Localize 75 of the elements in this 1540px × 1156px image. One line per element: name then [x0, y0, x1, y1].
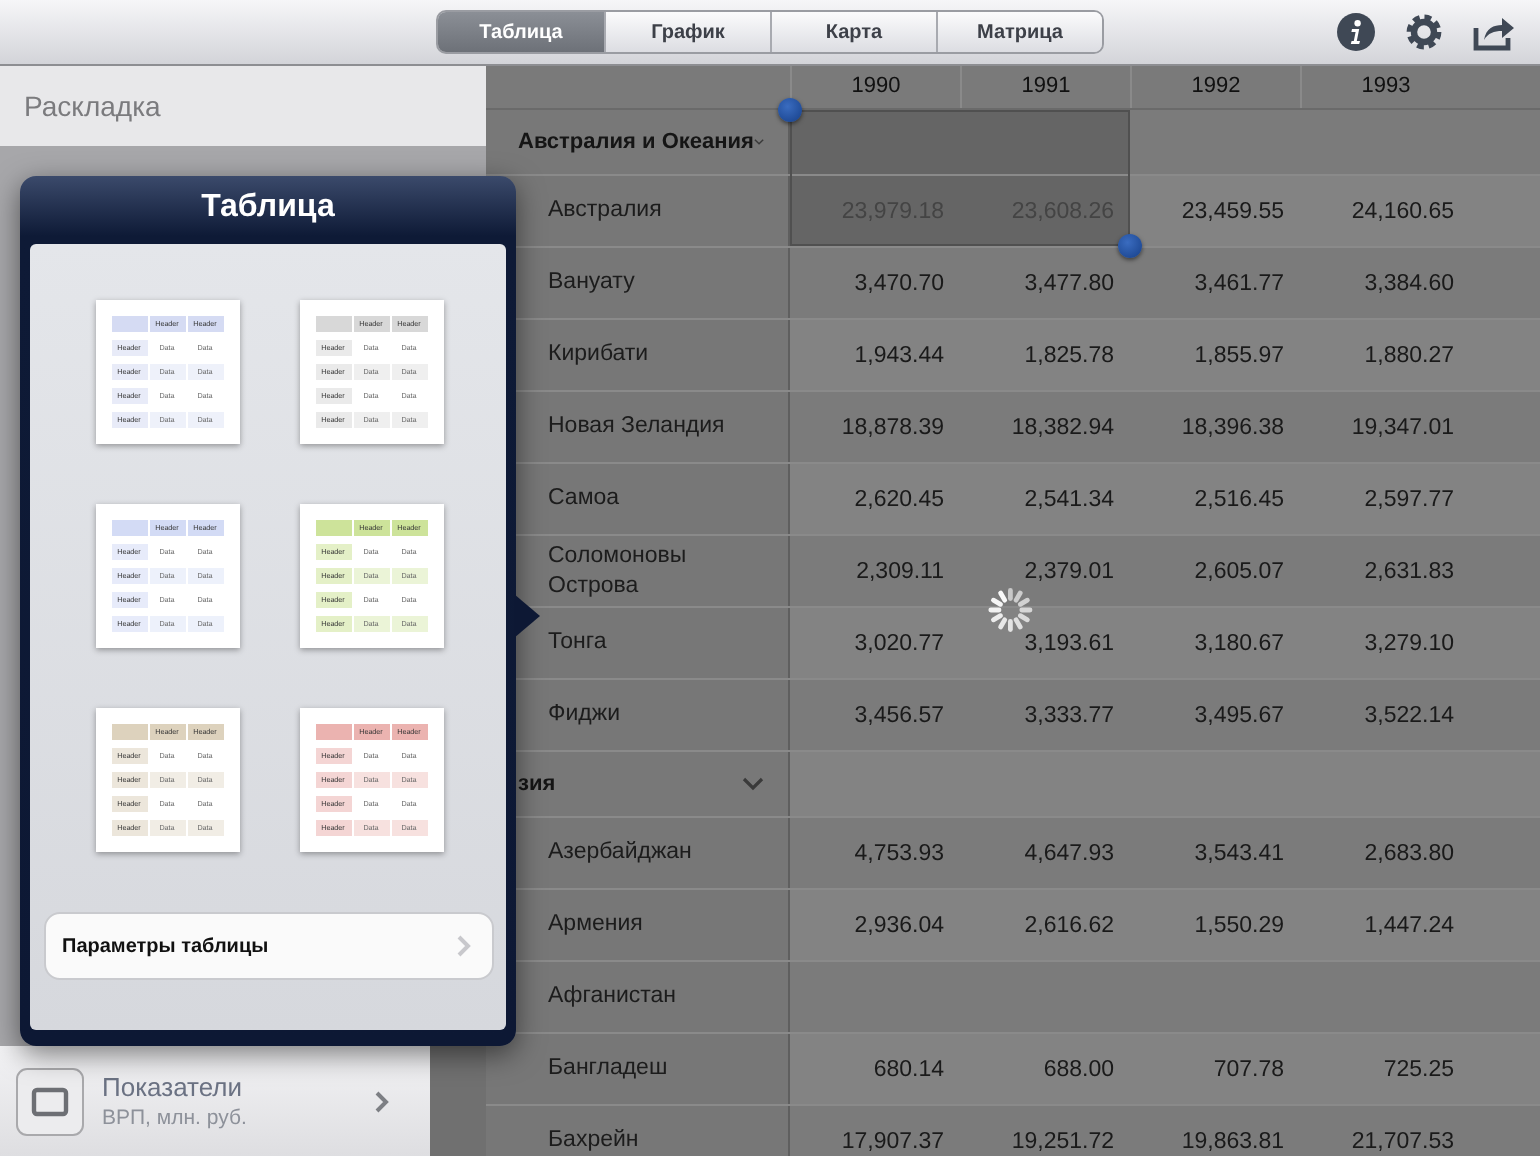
- table-cell: 2,379.01: [1024, 559, 1114, 583]
- table-cell: 1,943.44: [854, 343, 944, 367]
- table-cell: 1,447.24: [1364, 913, 1454, 937]
- row-header-cell: Бахрейн: [486, 1106, 790, 1156]
- table-cell: 18,878.39: [841, 415, 944, 439]
- table-cell: 3,180.67: [1194, 631, 1284, 655]
- table-cell: 2,605.07: [1194, 559, 1284, 583]
- table-cell: 21,707.53: [1351, 1129, 1454, 1153]
- table-cell: 3,456.57: [854, 703, 944, 727]
- table-cell: 3,470.70: [854, 271, 944, 295]
- table-cell: 19,251.72: [1011, 1129, 1114, 1153]
- spinner-icon: [986, 586, 1036, 634]
- table-cell: 3,279.10: [1364, 631, 1454, 655]
- tab[interactable]: Таблица: [438, 12, 604, 52]
- table-cell: 707.78: [1213, 1057, 1284, 1081]
- table-cell: 2,309.11: [856, 559, 944, 583]
- table-cell: 3,543.41: [1194, 841, 1284, 865]
- table-cell: 2,516.45: [1194, 487, 1284, 511]
- table-cell: 3,477.80: [1024, 271, 1114, 295]
- sidebar-item[interactable]: Показатели ВРП, млн. руб.: [0, 1046, 430, 1156]
- column-header[interactable]: 1991: [960, 66, 1130, 108]
- table-cell: 725.25: [1383, 1057, 1454, 1081]
- popover-title: Таблица: [199, 188, 337, 228]
- table-cell: 2,597.77: [1364, 487, 1454, 511]
- table-cell: 3,495.67: [1194, 703, 1284, 727]
- table-cell: 4,753.93: [854, 841, 944, 865]
- table-cell: 24,160.65: [1351, 199, 1454, 223]
- table-cell: 3,193.61: [1024, 631, 1114, 655]
- table-cell: 688.00: [1043, 1057, 1114, 1081]
- table-cell: 4,647.93: [1024, 841, 1114, 865]
- table-row[interactable]: Бангладеш 680.14 688.00 707.78 725.25: [486, 1034, 1540, 1106]
- table-cell: 1,550.29: [1194, 913, 1284, 937]
- table-cell: 1,880.27: [1364, 343, 1454, 367]
- group-row[interactable]: Австралия и Океания: [486, 110, 1540, 176]
- chevron-right-icon: [456, 934, 472, 958]
- table-cell: 3,384.60: [1364, 271, 1454, 295]
- item-title: Показатели: [102, 1072, 244, 1102]
- table-settings-button[interactable]: Параметры таблицы: [44, 912, 494, 980]
- info-icon[interactable]: [1336, 12, 1376, 52]
- table-cell: 3,461.77: [1194, 271, 1284, 295]
- chevron-down-icon[interactable]: [753, 134, 764, 150]
- group-label: зия: [518, 772, 556, 796]
- table-cell: 2,620.45: [854, 487, 944, 511]
- table-cell: 2,616.62: [1024, 913, 1114, 937]
- share-icon[interactable]: [1472, 12, 1516, 52]
- column-header[interactable]: 1993: [1300, 66, 1470, 108]
- screen-icon: [16, 1067, 84, 1135]
- table-cell: 3,020.77: [854, 631, 944, 655]
- tab[interactable]: Карта: [770, 12, 936, 52]
- table-cell: 1,855.97: [1194, 343, 1284, 367]
- table-cell: 2,631.83: [1364, 559, 1454, 583]
- table-cell: 18,382.94: [1011, 415, 1114, 439]
- table-cell: 2,936.04: [854, 913, 944, 937]
- settings-icon[interactable]: [1404, 12, 1444, 52]
- group-label: Австралия и Океания: [518, 130, 754, 154]
- sidebar-edge: [430, 1046, 486, 1156]
- table-cell: 18,396.38: [1181, 415, 1284, 439]
- table-cell: 2,683.80: [1364, 841, 1454, 865]
- table-cell: 19,347.01: [1351, 415, 1454, 439]
- table-cell: 17,907.37: [841, 1129, 944, 1153]
- item-subtitle: ВРП, млн. руб.: [102, 1106, 249, 1130]
- chevron-down-icon[interactable]: [742, 776, 764, 792]
- chevron-right-icon: [374, 1089, 390, 1113]
- tab[interactable]: График: [604, 12, 770, 52]
- table-cell: 3,333.77: [1024, 703, 1114, 727]
- table-cell: 19,863.81: [1181, 1129, 1284, 1153]
- table-cell: 1,825.78: [1024, 343, 1114, 367]
- column-header[interactable]: 1992: [1130, 66, 1300, 108]
- tab[interactable]: Матрица: [936, 12, 1102, 52]
- row-header-cell: Бангладеш: [486, 1034, 790, 1104]
- table-cell: 23,459.55: [1181, 199, 1284, 223]
- table-cell: 3,522.14: [1364, 703, 1454, 727]
- popover-pointer: [514, 594, 540, 638]
- table-cell: 2,541.34: [1024, 487, 1114, 511]
- table-cell: 680.14: [873, 1057, 944, 1081]
